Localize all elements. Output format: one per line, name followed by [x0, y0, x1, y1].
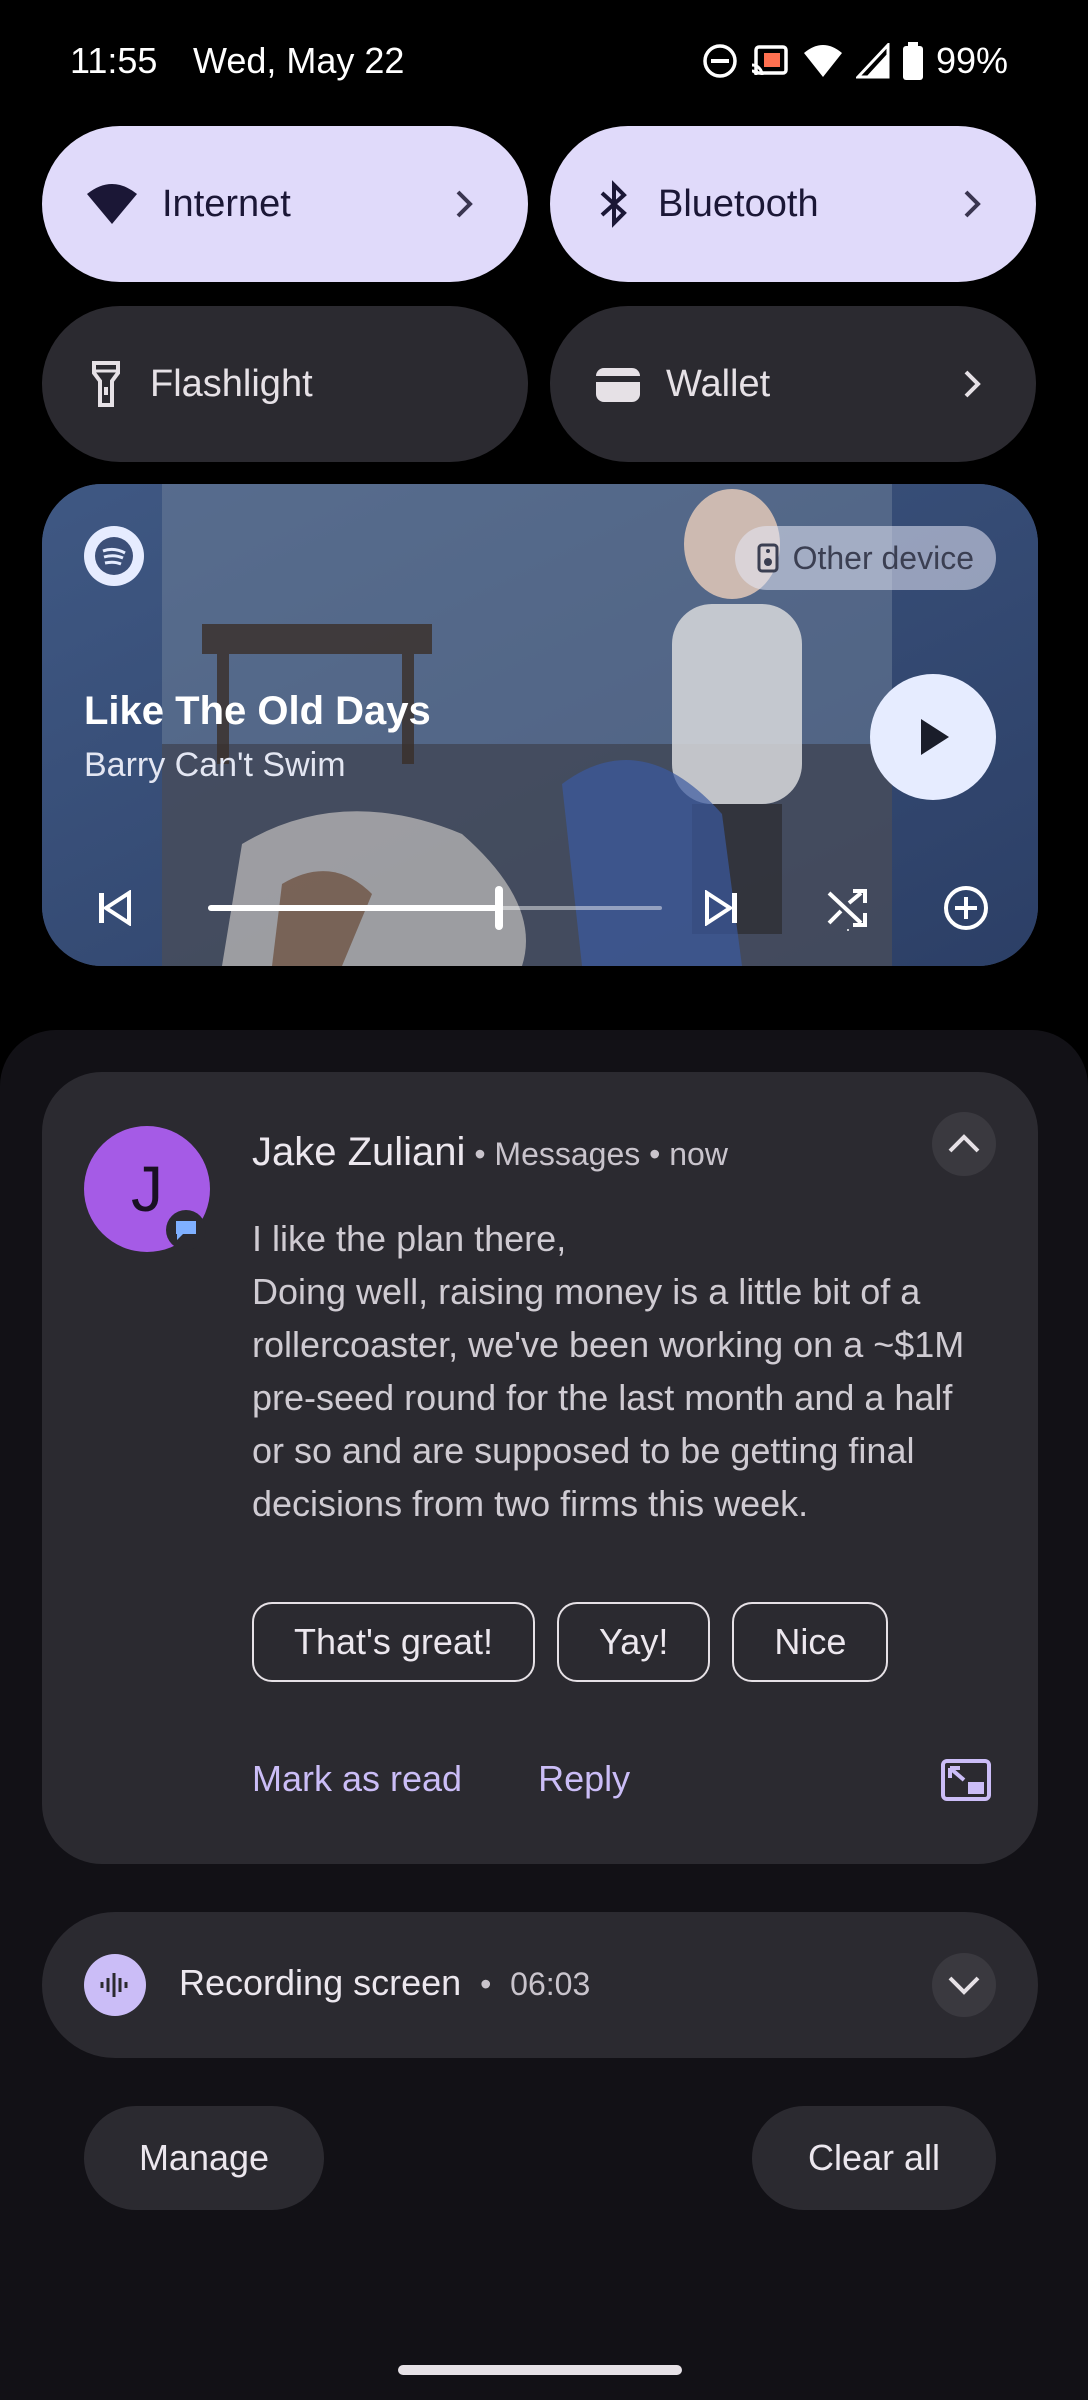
previous-button[interactable] — [84, 878, 144, 938]
app-name: Messages — [494, 1136, 641, 1172]
message-line: rollercoaster, we've been working on a ~… — [252, 1324, 965, 1365]
sender-name: Jake Zuliani — [252, 1130, 466, 1174]
wifi-icon — [803, 45, 842, 77]
reply-button[interactable]: Reply — [538, 1758, 630, 1800]
message-notification[interactable]: J Jake Zuliani • Messages • now I like t… — [42, 1072, 1038, 1864]
tile-label: Bluetooth — [658, 182, 819, 225]
speaker-icon — [757, 543, 779, 573]
clear-all-button[interactable]: Clear all — [752, 2106, 996, 2210]
track-title: Like The Old Days — [84, 689, 431, 733]
add-icon — [944, 886, 988, 930]
next-button[interactable] — [692, 878, 752, 938]
play-button[interactable] — [870, 674, 996, 800]
spotify-icon — [84, 526, 144, 586]
shuffle-icon — [827, 889, 867, 931]
seek-bar[interactable] — [208, 886, 662, 930]
tile-bluetooth[interactable]: Bluetooth — [550, 126, 1036, 282]
separator-dot: • — [465, 1136, 495, 1172]
separator-dot: • — [471, 1966, 501, 2002]
add-button[interactable] — [936, 878, 996, 938]
cast-icon — [751, 45, 788, 76]
wifi-icon — [87, 184, 137, 224]
status-date: Wed, May 22 — [193, 40, 405, 81]
message-body: I like the plan there, Doing well, raisi… — [252, 1212, 1012, 1530]
separator-dot: • — [640, 1136, 670, 1172]
notification-actions: Mark as read Reply — [252, 1758, 630, 1800]
tile-label: Wallet — [666, 362, 771, 405]
recording-duration: 06:03 — [510, 1966, 591, 2002]
shuffle-button[interactable] — [818, 878, 878, 938]
chevron-right-icon — [952, 369, 992, 399]
battery-icon — [902, 42, 923, 80]
play-icon — [921, 719, 949, 755]
home-indicator[interactable] — [398, 2365, 682, 2375]
media-player-card[interactable]: Other device Like The Old Days Barry Can… — [42, 484, 1038, 966]
track-artist: Barry Can't Swim — [84, 746, 346, 784]
previous-icon — [99, 890, 131, 926]
chevron-down-icon — [948, 1976, 980, 1995]
tile-flashlight[interactable]: Flashlight — [42, 306, 528, 462]
message-line: I like the plan there, — [252, 1218, 567, 1259]
tile-label: Flashlight — [150, 362, 313, 405]
message-line: or so and are supposed to be getting fin… — [252, 1430, 915, 1471]
messages-badge-icon — [166, 1210, 206, 1250]
cell-signal-icon — [855, 43, 890, 79]
recording-notification[interactable]: Recording screen • 06:03 — [42, 1912, 1038, 2058]
seek-thumb[interactable] — [494, 886, 503, 930]
status-icons: 99% — [702, 40, 1008, 82]
chevron-right-icon — [444, 189, 484, 219]
output-device-label: Other device — [792, 539, 974, 576]
message-line: decisions from two firms this week. — [252, 1483, 809, 1524]
message-line: pre-seed round for the last month and a … — [252, 1377, 953, 1418]
tile-internet[interactable]: Internet — [42, 126, 528, 282]
flashlight-icon — [92, 361, 120, 407]
expand-button[interactable] — [932, 1953, 996, 2017]
recording-title: Recording screen — [179, 1962, 462, 2003]
notification-header: Jake Zuliani • Messages • now — [252, 1130, 728, 1175]
status-time: 11:55 — [70, 40, 158, 81]
notification-time: now — [669, 1136, 728, 1172]
collapse-button[interactable] — [932, 1112, 996, 1176]
bluetooth-icon — [600, 180, 627, 228]
sound-wave-icon — [84, 1954, 146, 2016]
picture-in-picture-icon — [941, 1759, 991, 1801]
wallet-icon — [596, 368, 640, 402]
chevron-up-icon — [948, 1134, 980, 1153]
smart-reply-nice[interactable]: Nice — [732, 1602, 889, 1682]
bubble-button[interactable] — [940, 1758, 992, 1807]
output-device-chip[interactable]: Other device — [734, 526, 996, 590]
battery-percent: 99% — [935, 40, 1008, 81]
seek-progress — [208, 905, 499, 911]
status-bar: 11:55 Wed, May 22 99% — [0, 0, 1088, 120]
chevron-right-icon — [952, 189, 992, 219]
next-icon — [705, 890, 737, 926]
mark-as-read-button[interactable]: Mark as read — [252, 1758, 462, 1800]
do-not-disturb-icon — [703, 44, 737, 78]
tile-label: Internet — [162, 182, 291, 225]
manage-button[interactable]: Manage — [84, 2106, 324, 2210]
message-line: Doing well, raising money is a little bi… — [252, 1271, 921, 1312]
tile-wallet[interactable]: Wallet — [550, 306, 1036, 462]
recording-text: Recording screen • 06:03 — [179, 1962, 590, 2004]
smart-reply-yay[interactable]: Yay! — [556, 1602, 711, 1682]
smart-replies: That's great! Yay! Nice — [252, 1602, 889, 1682]
smart-reply-thats-great[interactable]: That's great! — [252, 1602, 535, 1682]
